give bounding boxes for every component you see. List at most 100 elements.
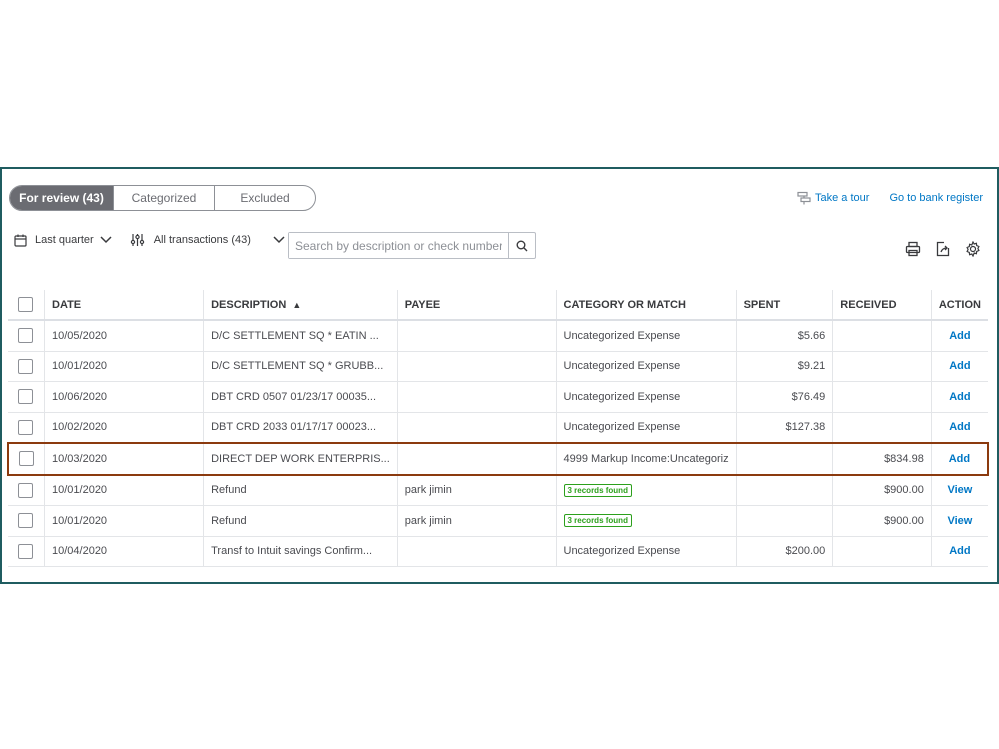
add-button[interactable]: Add <box>930 536 988 567</box>
payee-cell: park jimin <box>396 474 556 506</box>
add-button[interactable]: Add <box>930 412 988 444</box>
date-cell: 10/01/2020 <box>43 474 204 506</box>
description-cell: D/C SETTLEMENT SQ * GRUBB... <box>203 351 398 382</box>
spent-cell: $5.66 <box>735 320 833 352</box>
table-row[interactable]: 10/03/2020 DIRECT DEP WORK ENTERPRIS... … <box>7 442 989 476</box>
received-cell <box>832 381 932 413</box>
search-box <box>288 232 536 259</box>
spent-cell: $76.49 <box>735 381 833 413</box>
column-category[interactable]: CATEGORY OR MATCH <box>555 290 737 321</box>
add-button[interactable]: Add <box>930 381 988 413</box>
table-row[interactable]: 10/04/2020 Transf to Intuit savings Conf… <box>8 536 988 567</box>
payee-cell <box>396 442 556 476</box>
description-cell: DBT CRD 2033 01/17/17 00023... <box>203 412 398 444</box>
signpost-icon <box>797 191 811 205</box>
sort-ascending-icon: ▲ <box>292 299 302 310</box>
row-checkbox[interactable] <box>18 328 33 344</box>
search-input[interactable] <box>289 233 508 258</box>
print-icon[interactable] <box>905 241 921 257</box>
category-cell: 3 records found <box>555 474 737 506</box>
category-cell: Uncategorized Expense <box>555 412 737 444</box>
date-cell: 10/02/2020 <box>43 412 204 444</box>
export-icon[interactable] <box>935 241 951 257</box>
table-row[interactable]: 10/01/2020 Refund park jimin 3 records f… <box>8 505 988 537</box>
tab-excluded[interactable]: Excluded <box>214 186 315 210</box>
column-description[interactable]: DESCRIPTION ▲ <box>203 290 398 321</box>
take-a-tour-label: Take a tour <box>815 192 870 204</box>
category-value[interactable]: 4999 Markup Income:Uncategoriz <box>564 453 729 465</box>
chevron-down-icon[interactable] <box>100 236 112 244</box>
tab-categorized[interactable]: Categorized <box>113 186 214 210</box>
search-button[interactable] <box>508 233 535 258</box>
table-row[interactable]: 10/01/2020 Refund park jimin 3 records f… <box>8 474 988 506</box>
transactions-table: DATE DESCRIPTION ▲ PAYEE CATEGORY OR MAT… <box>7 290 989 567</box>
spent-cell <box>735 442 833 476</box>
add-button[interactable]: Add <box>930 442 989 476</box>
table-row[interactable]: 10/02/2020 DBT CRD 2033 01/17/17 00023..… <box>8 412 988 444</box>
category-cell: 4999 Markup Income:Uncategoriz <box>555 442 737 476</box>
description-cell: DBT CRD 0507 01/23/17 00035... <box>203 381 398 413</box>
payee-cell <box>396 320 556 352</box>
date-cell: 10/01/2020 <box>43 351 204 382</box>
table-row[interactable]: 10/01/2020 D/C SETTLEMENT SQ * GRUBB... … <box>8 351 988 382</box>
column-received[interactable]: RECEIVED <box>832 290 932 321</box>
gear-icon[interactable] <box>965 241 981 257</box>
column-date[interactable]: DATE <box>43 290 204 321</box>
date-cell: 10/01/2020 <box>43 505 204 537</box>
received-cell <box>832 536 932 567</box>
payee-cell <box>396 381 556 413</box>
category-cell: Uncategorized Expense <box>555 320 737 352</box>
description-cell: D/C SETTLEMENT SQ * EATIN ... <box>203 320 398 352</box>
row-checkbox[interactable] <box>18 389 33 405</box>
transactions-filter-dropdown[interactable]: All transactions (43) <box>154 234 251 246</box>
search-icon <box>516 240 528 251</box>
row-checkbox[interactable] <box>19 451 34 467</box>
row-checkbox[interactable] <box>18 358 33 374</box>
view-button[interactable]: View <box>930 474 988 506</box>
table-row[interactable]: 10/06/2020 DBT CRD 0507 01/23/17 00035..… <box>8 381 988 413</box>
description-cell: DIRECT DEP WORK ENTERPRIS... <box>203 442 398 476</box>
take-a-tour-link[interactable]: Take a tour <box>797 191 869 205</box>
row-checkbox[interactable] <box>18 482 33 498</box>
table-row[interactable]: 10/05/2020 D/C SETTLEMENT SQ * EATIN ...… <box>8 320 988 352</box>
date-cell: 10/03/2020 <box>43 442 204 476</box>
category-value[interactable]: Uncategorized Expense <box>564 545 681 557</box>
date-filter-dropdown[interactable]: Last quarter <box>35 234 94 246</box>
view-button[interactable]: View <box>930 505 988 537</box>
add-button[interactable]: Add <box>930 320 988 352</box>
match-badge[interactable]: 3 records found <box>563 483 632 497</box>
category-value[interactable]: Uncategorized Expense <box>564 391 681 403</box>
match-badge[interactable]: 3 records found <box>563 514 632 528</box>
go-to-bank-register-link[interactable]: Go to bank register <box>889 192 983 204</box>
category-value[interactable]: Uncategorized Expense <box>564 421 681 433</box>
spent-cell: $127.38 <box>735 412 833 444</box>
calendar-icon <box>14 234 27 247</box>
chevron-down-icon[interactable] <box>273 236 285 244</box>
received-cell: $900.00 <box>832 505 932 537</box>
category-cell: Uncategorized Expense <box>555 536 737 567</box>
select-all-checkbox[interactable] <box>18 297 33 312</box>
payee-cell <box>396 412 556 444</box>
payee-cell <box>396 351 556 382</box>
row-checkbox[interactable] <box>18 513 33 529</box>
column-payee[interactable]: PAYEE <box>396 290 556 321</box>
spent-cell: $200.00 <box>735 536 833 567</box>
payee-cell: park jimin <box>396 505 556 537</box>
column-spent[interactable]: SPENT <box>735 290 833 321</box>
description-cell: Transf to Intuit savings Confirm... <box>203 536 398 567</box>
received-cell <box>832 412 932 444</box>
review-tabs: For review (43) Categorized Excluded <box>9 185 316 211</box>
bank-transactions-panel: For review (43) Categorized Excluded Tak… <box>0 167 999 584</box>
filter-sliders-icon <box>130 234 144 246</box>
description-cell: Refund <box>203 474 398 506</box>
received-cell <box>832 351 932 382</box>
spent-cell <box>735 474 833 506</box>
spent-cell <box>735 505 833 537</box>
row-checkbox[interactable] <box>18 543 33 559</box>
add-button[interactable]: Add <box>930 351 988 382</box>
row-checkbox[interactable] <box>18 419 33 435</box>
column-action: ACTION <box>930 290 988 321</box>
category-value[interactable]: Uncategorized Expense <box>564 330 681 342</box>
tab-for-review[interactable]: For review (43) <box>10 186 113 210</box>
category-value[interactable]: Uncategorized Expense <box>564 360 681 372</box>
